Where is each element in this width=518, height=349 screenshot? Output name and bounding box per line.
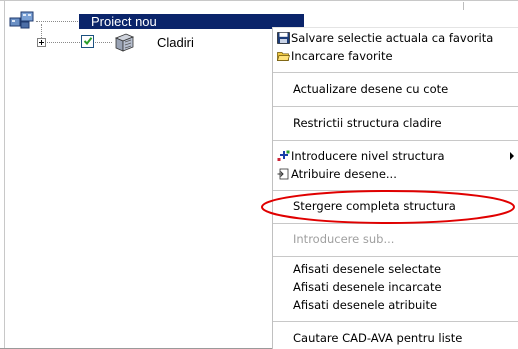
menu-item-insert-sub[interactable]: Introducere sub...	[273, 230, 518, 248]
menu-label: Cautare CAD-AVA pentru liste	[293, 331, 463, 345]
menu-separator	[273, 140, 518, 141]
menu-label: Afisati desenele atribuite	[293, 298, 438, 312]
menu-item-assign-drawings[interactable]: Atribuire desene...	[273, 165, 518, 183]
menu-label: Afisati desenele selectate	[293, 262, 442, 276]
tree-connector	[36, 21, 78, 22]
add-level-icon	[277, 150, 290, 161]
tree-root-project[interactable]: Proiect nou	[79, 14, 304, 29]
submenu-arrow-icon	[510, 152, 514, 160]
menu-label: Restrictii structura cladire	[293, 116, 442, 130]
cladiri-checkbox[interactable]	[81, 35, 94, 48]
menu-item-save-favorite[interactable]: Salvare selectie actuala ca favorita	[273, 29, 518, 47]
menu-separator	[273, 256, 518, 257]
menu-label: Introducere nivel structura	[291, 149, 445, 163]
assign-drawing-icon	[277, 168, 289, 180]
tree-connector	[47, 42, 80, 43]
menu-separator	[273, 106, 518, 107]
project-icon[interactable]	[9, 9, 35, 29]
tree-node-cladiri[interactable]: Cladiri	[157, 35, 194, 50]
panel-left-border	[4, 0, 5, 349]
menu-item-show-assigned[interactable]: Afisati desenele atribuite	[273, 296, 518, 314]
save-disk-icon	[277, 32, 290, 44]
tree-connector	[95, 42, 112, 43]
menu-label: Afisati desenele incarcate	[293, 280, 442, 294]
building-icon	[114, 33, 135, 52]
open-folder-icon	[277, 52, 290, 61]
menu-item-load-favorites[interactable]: Incarcare favorite	[273, 47, 518, 65]
menu-item-show-loaded[interactable]: Afisati desenele incarcate	[273, 278, 518, 296]
menu-item-update-drawings[interactable]: Actualizare desene cu cote	[273, 80, 518, 98]
menu-label: Salvare selectie actuala ca favorita	[291, 31, 494, 45]
checkmark-icon	[83, 37, 93, 46]
expand-toggle[interactable]	[37, 38, 46, 47]
menu-separator	[273, 72, 518, 73]
menu-item-search-cad-ava[interactable]: Cautare CAD-AVA pentru liste	[273, 329, 518, 347]
menu-item-structure-restrictions[interactable]: Restrictii structura cladire	[273, 114, 518, 132]
tree-connector	[41, 24, 42, 38]
annotation-ellipse	[261, 190, 515, 224]
menu-item-show-selected[interactable]: Afisati desenele selectate	[273, 260, 518, 278]
menu-label: Incarcare favorite	[291, 49, 393, 63]
menu-label: Actualizare desene cu cote	[293, 82, 449, 96]
menu-label: Atribuire desene...	[291, 167, 397, 181]
menu-label: Introducere sub...	[293, 232, 395, 246]
menu-separator	[273, 321, 518, 322]
panel-top-border	[0, 0, 518, 1]
menu-item-insert-structure-level[interactable]: Introducere nivel structura	[273, 147, 518, 165]
panel-right-tick	[463, 2, 464, 10]
